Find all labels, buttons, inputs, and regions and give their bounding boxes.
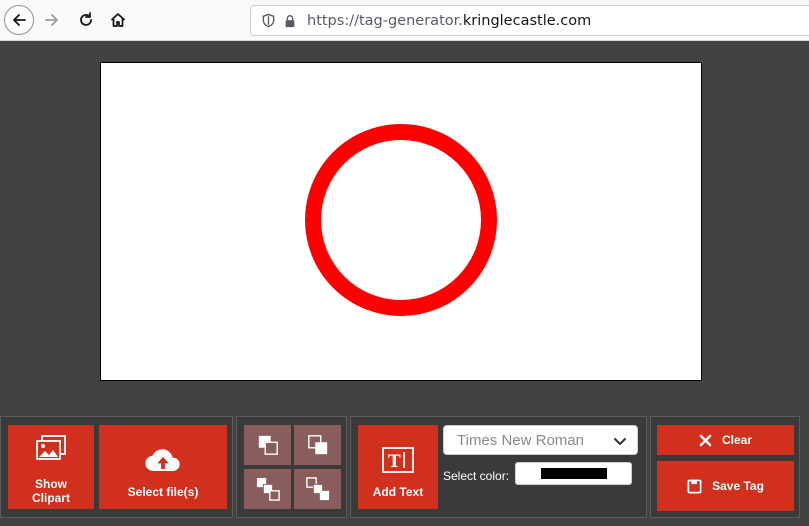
back-arrow-icon bbox=[13, 14, 26, 26]
font-family-select[interactable]: Times New Roman bbox=[443, 425, 638, 455]
selected-color-swatch bbox=[540, 468, 607, 479]
reload-button[interactable] bbox=[71, 5, 101, 35]
show-clipart-label: Show Clipart bbox=[31, 477, 70, 505]
cloud-upload-icon bbox=[144, 448, 182, 473]
home-button[interactable] bbox=[103, 5, 133, 35]
bring-forward-icon bbox=[258, 435, 278, 455]
address-bar[interactable]: https://tag-generator.kringlecastle.com bbox=[250, 5, 809, 36]
select-files-label: Select file(s) bbox=[127, 485, 199, 499]
save-tag-button[interactable]: Save Tag bbox=[657, 461, 794, 511]
add-text-label: Add Text bbox=[372, 485, 424, 499]
forward-arrow-icon bbox=[45, 14, 58, 26]
clear-label: Clear bbox=[721, 433, 753, 447]
reload-icon bbox=[80, 12, 92, 26]
back-button[interactable] bbox=[4, 5, 34, 35]
close-icon bbox=[699, 434, 712, 447]
bring-forward-button[interactable] bbox=[244, 425, 291, 465]
lock-icon[interactable] bbox=[281, 12, 299, 30]
tag-canvas[interactable] bbox=[100, 62, 702, 381]
svg-text:T: T bbox=[388, 452, 401, 472]
send-to-back-icon bbox=[305, 477, 329, 501]
add-text-button[interactable]: T Add Text bbox=[358, 425, 438, 509]
select-files-button[interactable]: Select file(s) bbox=[99, 425, 227, 509]
text-tools-group: T Add Text Times New Roman Select color: bbox=[350, 416, 647, 518]
bring-to-front-button[interactable] bbox=[244, 469, 291, 509]
image-tools-group: Show Clipart Select file(s) bbox=[0, 416, 233, 518]
forward-button[interactable] bbox=[37, 5, 67, 35]
red-circle-shape[interactable] bbox=[305, 124, 497, 316]
clear-button[interactable]: Clear bbox=[657, 425, 794, 455]
home-icon bbox=[110, 13, 126, 27]
select-color-label: Select color: bbox=[443, 469, 510, 483]
send-backward-button[interactable] bbox=[294, 425, 341, 465]
tag-actions-group: Clear Save Tag bbox=[650, 416, 800, 518]
text-box-icon: T bbox=[382, 447, 414, 473]
bring-to-front-icon bbox=[256, 477, 280, 501]
save-icon bbox=[687, 479, 702, 494]
shield-icon[interactable] bbox=[259, 12, 277, 30]
layer-tools-group bbox=[236, 416, 347, 518]
canvas-drawing bbox=[305, 124, 497, 316]
color-picker[interactable] bbox=[515, 462, 632, 485]
browser-toolbar: https://tag-generator.kringlecastle.com bbox=[0, 0, 809, 41]
chevron-down-icon bbox=[614, 438, 626, 445]
editor-toolbar: Show Clipart Select file(s) T Add Text T… bbox=[0, 416, 809, 526]
url-text: https://tag-generator.kringlecastle.com bbox=[307, 12, 592, 29]
save-tag-label: Save Tag bbox=[712, 479, 764, 493]
show-clipart-button[interactable]: Show Clipart bbox=[8, 425, 94, 509]
images-icon bbox=[35, 435, 67, 463]
send-to-back-button[interactable] bbox=[294, 469, 341, 509]
font-select-value: Times New Roman bbox=[457, 431, 584, 449]
send-backward-icon bbox=[307, 435, 327, 455]
